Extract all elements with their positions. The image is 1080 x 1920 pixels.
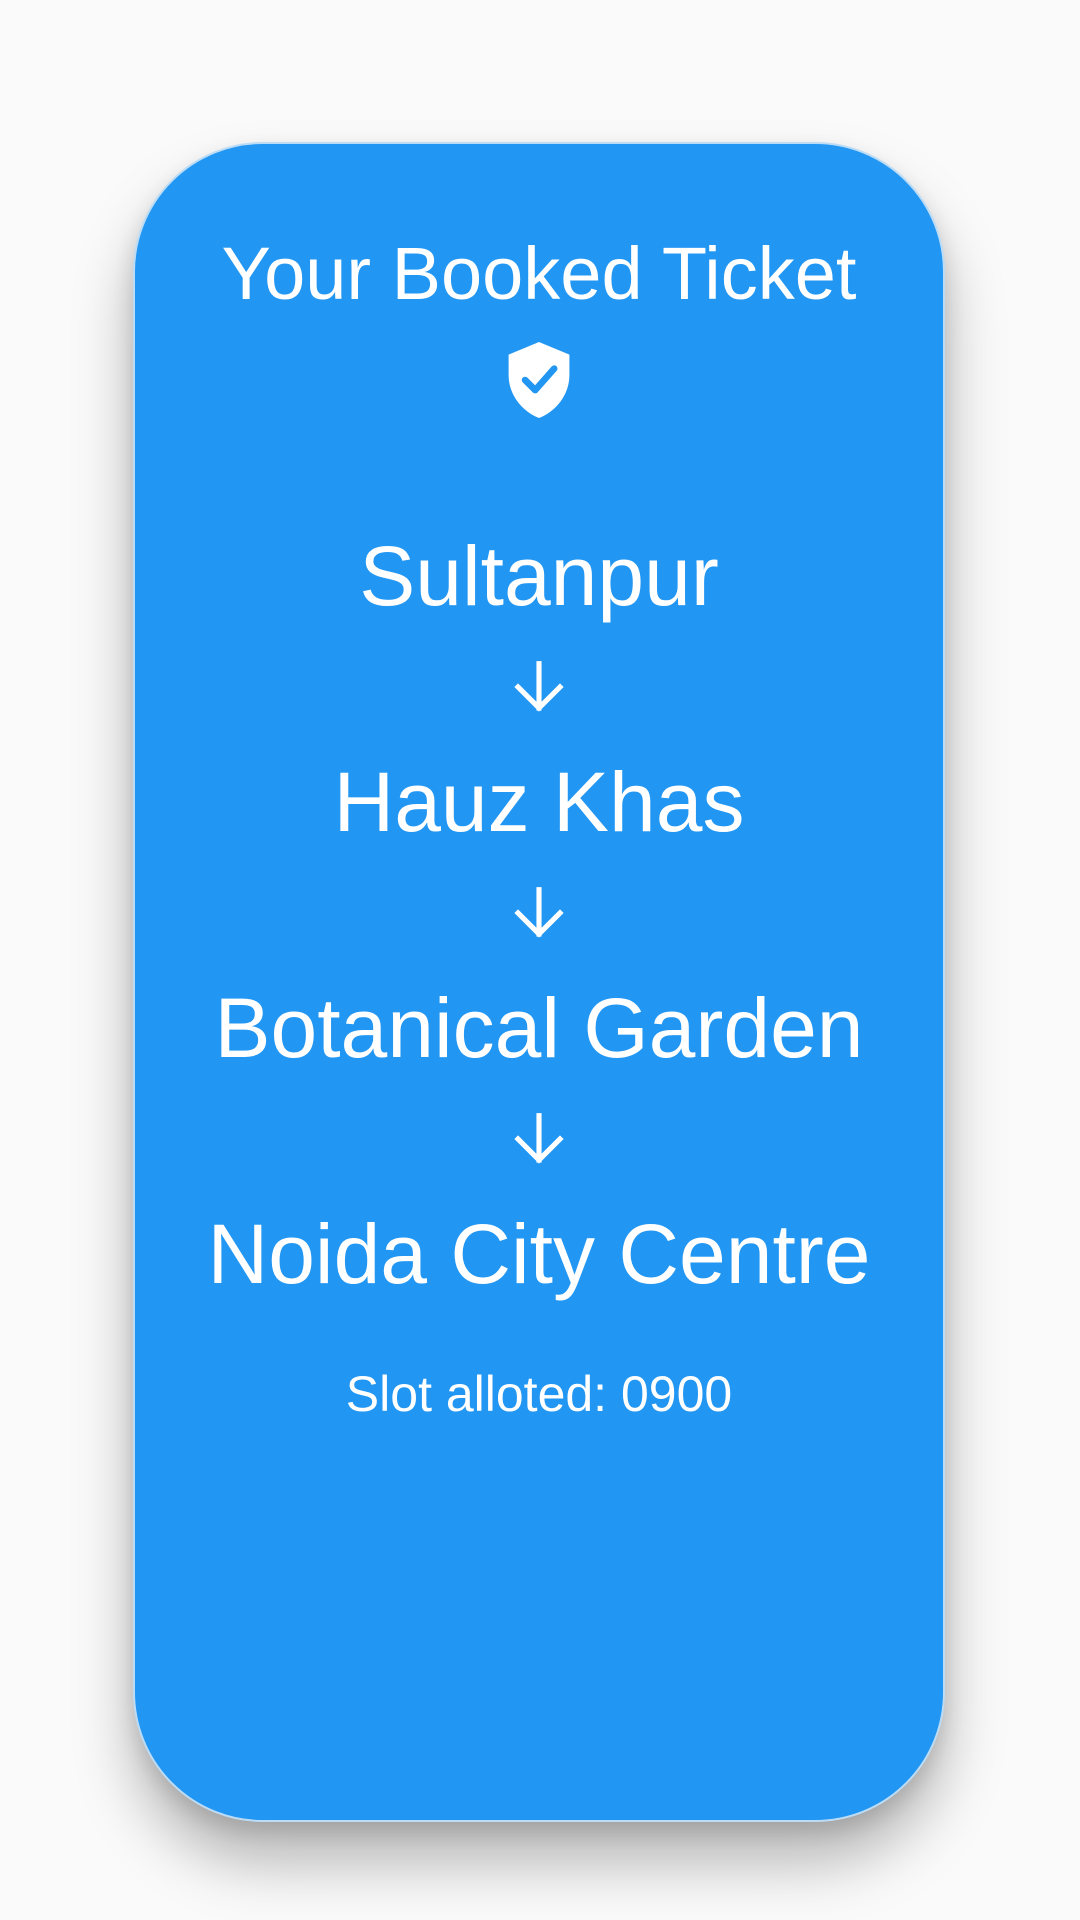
arrow-down-icon xyxy=(511,1111,567,1167)
route-stop-interchange-2: Botanical Garden xyxy=(214,981,864,1075)
ticket-title: Your Booked Ticket xyxy=(221,232,857,315)
screen: Your Booked Ticket Sultanpur Hauz Khas B… xyxy=(0,0,1080,1920)
slot-allotted-text: Slot alloted: 0900 xyxy=(345,1366,733,1422)
arrow-down-icon xyxy=(511,659,567,715)
verified-shield-icon xyxy=(508,342,570,418)
route-stop-destination: Noida City Centre xyxy=(207,1207,871,1301)
route-stop-interchange-1: Hauz Khas xyxy=(333,755,745,849)
arrow-down-icon xyxy=(511,885,567,941)
ticket-card: Your Booked Ticket Sultanpur Hauz Khas B… xyxy=(133,142,945,1822)
route-stop-origin: Sultanpur xyxy=(359,529,719,623)
